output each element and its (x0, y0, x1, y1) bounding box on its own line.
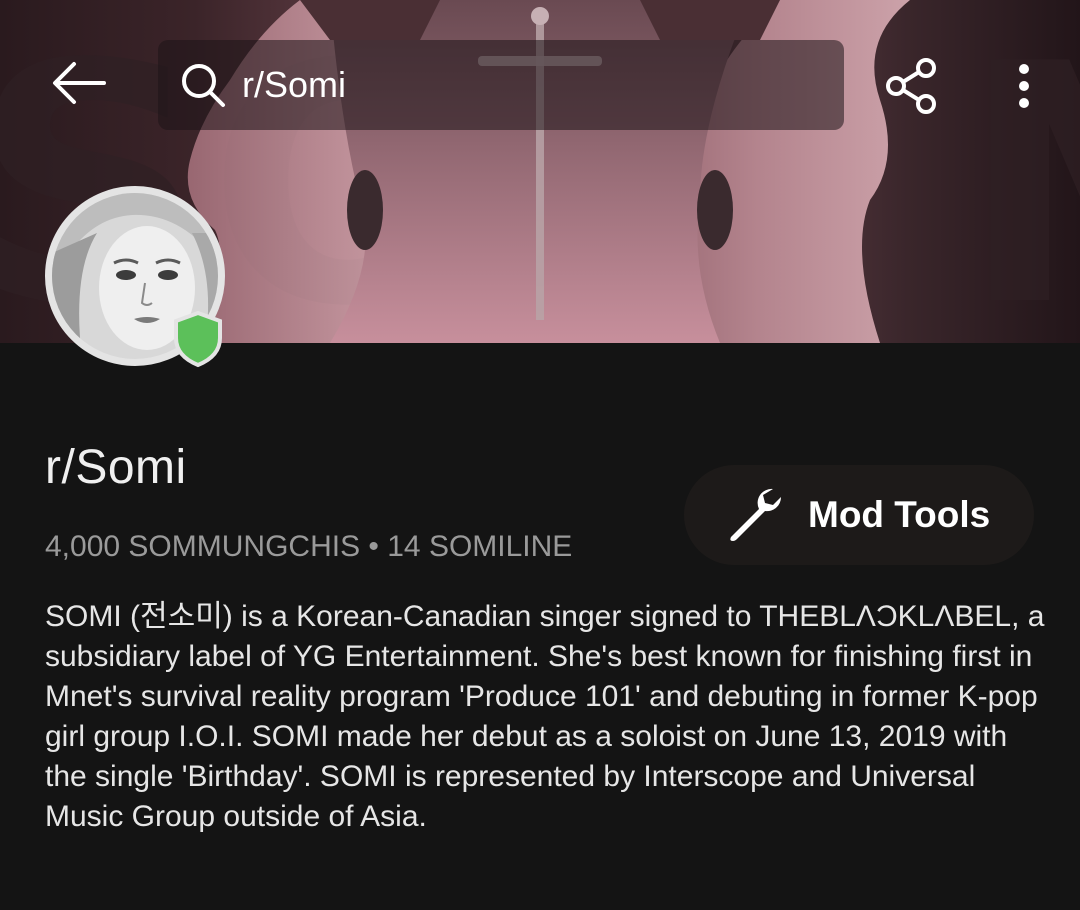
share-button[interactable] (880, 55, 942, 117)
community-name: r/Somi (45, 441, 187, 494)
mod-tools-label: Mod Tools (808, 494, 991, 535)
community-stats: 4,000 SOMMUNGCHIS • 14 SOMILINE (45, 530, 573, 563)
search-icon (178, 60, 228, 110)
community-description: SOMI (전소미) is a Korean-Canadian singer s… (45, 600, 1045, 833)
moderator-shield-badge (172, 310, 224, 368)
svg-text:M: M (960, 0, 1080, 343)
search-bar[interactable]: r/Somi (158, 40, 844, 130)
shield-icon (174, 310, 222, 368)
back-button[interactable] (40, 45, 116, 121)
mod-tools-button[interactable]: Mod Tools (684, 465, 1034, 565)
subreddit-page: SO M (0, 0, 1080, 910)
share-icon (886, 58, 936, 114)
more-vertical-icon (1019, 64, 1029, 108)
back-arrow-icon (53, 62, 106, 104)
wrench-icon (724, 484, 786, 546)
more-options-button[interactable] (1000, 55, 1048, 117)
search-query: r/Somi (242, 64, 347, 105)
